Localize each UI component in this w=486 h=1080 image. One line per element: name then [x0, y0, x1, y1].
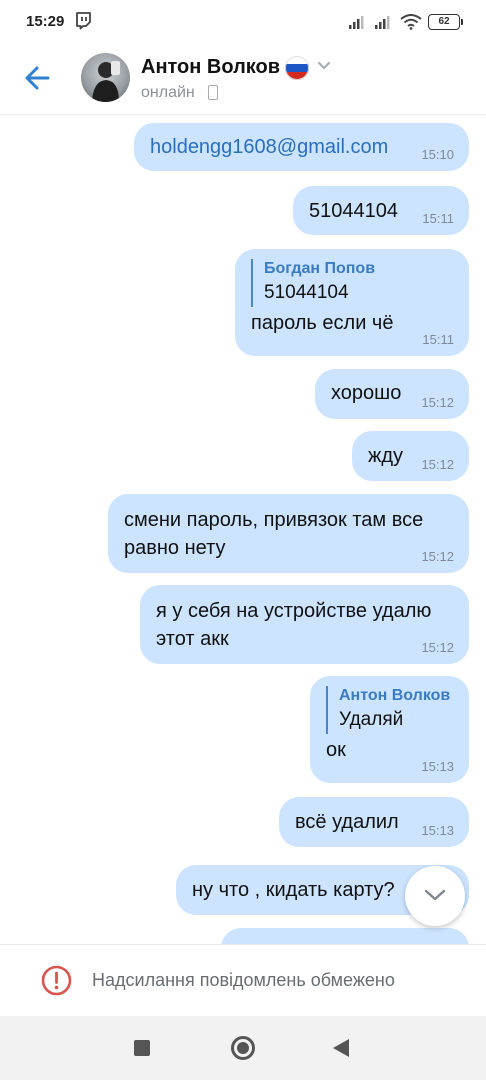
- reply-author: Антон Волков: [339, 687, 451, 704]
- signal-icon: [349, 16, 364, 29]
- message-bubble[interactable]: 51044104 15:11: [293, 186, 469, 235]
- mobile-phone-icon: [208, 85, 218, 100]
- message-time: 15:12: [421, 640, 454, 655]
- message-time: 15:11: [422, 332, 454, 347]
- message-bubble[interactable]: смени пароль, привязок там все равно нет…: [108, 494, 469, 573]
- chat-header: Антон Волков онлайн: [0, 44, 486, 114]
- reply-author: Богдан Попов: [264, 260, 376, 277]
- navigation-bar: [0, 1016, 486, 1080]
- message-bubble-reply[interactable]: Антон Волков Удаляй ок 15:13: [310, 676, 469, 783]
- restricted-message: Надсилання повідомлень обмежено: [92, 970, 395, 990]
- message-text: я у себя на устройстве удалю этот акк: [156, 600, 432, 650]
- message-bubble[interactable]: holdengg1608@gmail.com 15:10: [134, 123, 469, 171]
- reply-quote[interactable]: Антон Волков Удаляй: [326, 686, 453, 734]
- message-bubble[interactable]: всё удалил 15:13: [279, 797, 469, 847]
- message-time: 15:13: [421, 823, 454, 838]
- message-bubble[interactable]: жду 15:12: [352, 431, 469, 481]
- reply-text: 51044104: [264, 282, 349, 303]
- message-time: 15:12: [421, 395, 454, 410]
- status-icons: 62: [348, 12, 463, 32]
- message-time: 15:13: [421, 759, 454, 774]
- messaging-restricted-banner: Надсилання повідомлень обмежено: [0, 944, 486, 1016]
- status-time: 15:29: [26, 13, 65, 30]
- chevron-down-icon: [424, 889, 446, 901]
- contact-name[interactable]: Антон Волков: [141, 56, 280, 79]
- back-button[interactable]: [333, 1039, 349, 1057]
- message-link[interactable]: holdengg1608@gmail.com: [150, 123, 453, 161]
- twitch-icon: [76, 12, 91, 30]
- message-bubble-partial[interactable]: [221, 928, 469, 944]
- reply-text: Удаляй: [339, 709, 404, 730]
- russia-flag-icon: [285, 56, 309, 80]
- status-bar: 15:29 62: [0, 0, 486, 44]
- warning-icon: [41, 965, 72, 996]
- message-time: 15:12: [421, 457, 454, 472]
- avatar[interactable]: [81, 53, 130, 102]
- online-status: онлайн: [141, 84, 195, 101]
- back-arrow-icon[interactable]: [20, 60, 56, 96]
- wifi-icon: [400, 14, 422, 30]
- message-time: 15:12: [421, 549, 454, 564]
- home-button[interactable]: [231, 1036, 255, 1060]
- message-list: holdengg1608@gmail.com 15:10 51044104 15…: [0, 114, 486, 944]
- scroll-to-bottom-button[interactable]: [405, 866, 465, 926]
- message-time: 15:10: [421, 147, 454, 162]
- message-bubble[interactable]: я у себя на устройстве удалю этот акк 15…: [140, 585, 469, 664]
- message-time: 15:11: [422, 211, 454, 226]
- reply-quote[interactable]: Богдан Попов 51044104: [251, 259, 453, 307]
- chevron-down-icon[interactable]: [317, 61, 331, 71]
- signal-icon: [375, 16, 390, 29]
- message-bubble-reply[interactable]: Богдан Попов 51044104 пароль если чё 15:…: [235, 249, 469, 356]
- recent-apps-button[interactable]: [134, 1040, 150, 1056]
- battery-icon: 62: [428, 14, 463, 30]
- message-bubble[interactable]: хорошо 15:12: [315, 369, 469, 419]
- message-text: смени пароль, привязок там все равно нет…: [124, 509, 424, 559]
